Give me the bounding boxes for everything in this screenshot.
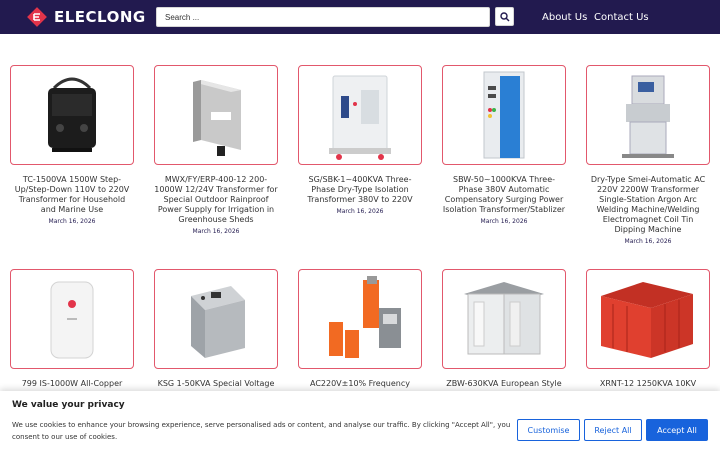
- brand-name: ELECLONG: [54, 8, 146, 26]
- product-image[interactable]: [298, 65, 422, 165]
- product-title[interactable]: KSG 1-50KVA Special Voltage: [154, 379, 278, 389]
- black-transformer-icon: [48, 77, 96, 152]
- substation-white-icon: [464, 282, 544, 355]
- product-image[interactable]: [442, 65, 566, 165]
- product-card[interactable]: 799 IS-1000W All-Copper: [10, 269, 134, 389]
- product-image[interactable]: [442, 269, 566, 369]
- customise-button[interactable]: Customise: [517, 419, 580, 441]
- product-date: March 16, 2026: [48, 218, 96, 225]
- site-header: ELECLONG About Us Contact Us: [0, 0, 720, 34]
- product-card[interactable]: Dry-Type Smei-Automatic AC 220V 2200W Tr…: [586, 65, 710, 245]
- product-image[interactable]: [154, 65, 278, 165]
- nav-about-us[interactable]: About Us: [542, 12, 587, 23]
- search-button[interactable]: [495, 7, 514, 26]
- product-date: March 16, 2026: [336, 208, 384, 215]
- search-icon: [499, 11, 509, 21]
- brand-logo[interactable]: ELECLONG: [26, 6, 146, 28]
- product-title[interactable]: SG/SBK-1~400KVA Three-Phase Dry-Type Iso…: [298, 175, 422, 205]
- product-title[interactable]: Dry-Type Smei-Automatic AC 220V 2200W Tr…: [586, 175, 710, 235]
- product-title[interactable]: MWX/FY/ERP-400-12 200-1000W 12/24V Trans…: [154, 175, 278, 225]
- product-card[interactable]: SG/SBK-1~400KVA Three-Phase Dry-Type Iso…: [298, 65, 422, 215]
- product-image[interactable]: [10, 65, 134, 165]
- product-card[interactable]: AC220V±10% Frequency: [298, 269, 422, 389]
- product-date: March 16, 2026: [192, 228, 240, 235]
- product-image[interactable]: [586, 269, 710, 369]
- product-title[interactable]: TC-1500VA 1500W Step-Up/Step-Down 110V t…: [10, 175, 134, 215]
- nav-contact-us[interactable]: Contact Us: [594, 12, 649, 23]
- product-card[interactable]: MWX/FY/ERP-400-12 200-1000W 12/24V Trans…: [154, 65, 278, 235]
- power-supply-icon: [193, 80, 241, 156]
- product-title[interactable]: SBW-50~1000KVA Three-Phase 380V Automati…: [442, 175, 566, 215]
- welding-machine-icon: [622, 75, 674, 158]
- product-title[interactable]: ZBW-630KVA European Style: [442, 379, 566, 389]
- product-card[interactable]: XRNT-12 1250KVA 10KV: [586, 269, 710, 389]
- steel-transformer-icon: [191, 286, 245, 358]
- product-title[interactable]: 799 IS-1000W All-Copper: [10, 379, 134, 389]
- cookie-title: We value your privacy: [12, 400, 125, 410]
- product-title[interactable]: AC220V±10% Frequency: [298, 379, 422, 389]
- product-card[interactable]: ZBW-630KVA European Style: [442, 269, 566, 389]
- product-image[interactable]: [298, 269, 422, 369]
- product-date: March 16, 2026: [624, 238, 672, 245]
- product-title[interactable]: XRNT-12 1250KVA 10KV: [586, 379, 710, 389]
- substation-red-icon: [601, 282, 693, 358]
- product-card[interactable]: SBW-50~1000KVA Three-Phase 380V Automati…: [442, 65, 566, 225]
- test-equipment-icon: [329, 276, 401, 358]
- product-card[interactable]: TC-1500VA 1500W Step-Up/Step-Down 110V t…: [10, 65, 134, 225]
- product-image[interactable]: [586, 65, 710, 165]
- product-card[interactable]: KSG 1-50KVA Special Voltage: [154, 269, 278, 389]
- accept-all-button[interactable]: Accept All: [646, 419, 708, 441]
- stabilizer-cabinet-icon: [483, 71, 525, 159]
- product-image[interactable]: [154, 269, 278, 369]
- isolation-transformer-icon: [329, 75, 391, 160]
- product-date: March 16, 2026: [480, 218, 528, 225]
- logo-icon: [27, 7, 47, 27]
- cookie-text: We use cookies to enhance your browsing …: [12, 421, 511, 441]
- reject-all-button[interactable]: Reject All: [584, 419, 642, 441]
- search-input[interactable]: [156, 7, 490, 27]
- wall-regulator-icon: [50, 281, 94, 359]
- product-image[interactable]: [10, 269, 134, 369]
